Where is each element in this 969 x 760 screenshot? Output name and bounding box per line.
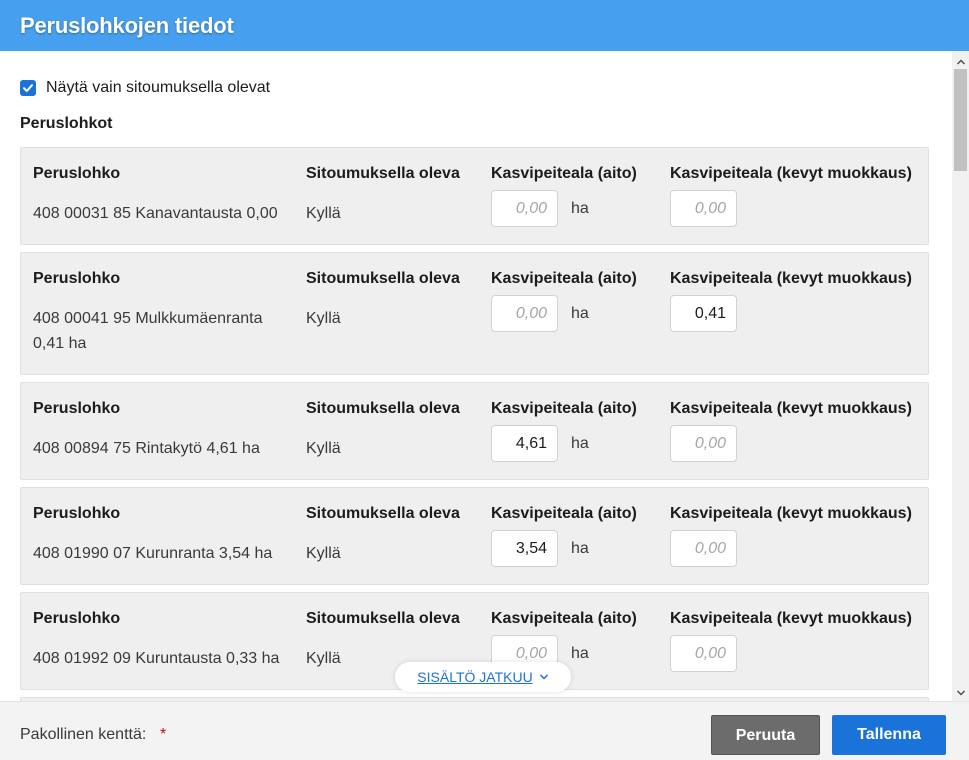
scroll-up-button[interactable] xyxy=(952,53,969,70)
col-head-parcel: Peruslohko xyxy=(33,165,121,182)
parcel-row: Peruslohko Sitoumuksella oleva Kasvipeit… xyxy=(20,147,929,245)
col-head-area-kevyt: Kasvipeiteala (kevyt muokkaus) xyxy=(670,400,912,417)
area-kevyt-input[interactable] xyxy=(670,295,737,332)
col-head-area-kevyt: Kasvipeiteala (kevyt muokkaus) xyxy=(670,610,912,627)
parcel-name: 408 00894 75 Rintakytö 4,61 ha xyxy=(33,440,260,457)
chevron-down-icon xyxy=(956,689,965,696)
content-continues-label[interactable]: SISÄLTÖ JATKUU xyxy=(417,669,532,685)
col-head-area-aito: Kasvipeiteala (aito) xyxy=(491,270,637,287)
col-head-area-aito: Kasvipeiteala (aito) xyxy=(491,400,637,417)
required-marker: * xyxy=(160,726,167,743)
area-aito-input[interactable] xyxy=(491,425,558,462)
col-head-parcel: Peruslohko xyxy=(33,505,121,522)
filter-checkbox-label[interactable]: Näytä vain sitoumuksella olevat xyxy=(46,79,270,97)
checkmark-icon xyxy=(23,84,33,92)
col-head-commitment: Sitoumuksella oleva xyxy=(306,270,460,287)
area-aito-input[interactable] xyxy=(491,295,558,332)
chevron-up-icon xyxy=(956,58,965,65)
col-head-parcel: Peruslohko xyxy=(33,270,121,287)
area-aito-input[interactable] xyxy=(491,530,558,567)
cancel-button[interactable]: Peruuta xyxy=(711,715,820,755)
col-head-commitment: Sitoumuksella oleva xyxy=(306,610,460,627)
col-head-commitment: Sitoumuksella oleva xyxy=(306,505,460,522)
parcel-name: 408 00041 95 Mulkkumäenranta 0,41 ha xyxy=(33,310,263,352)
content-continues-indicator[interactable]: SISÄLTÖ JATKUU xyxy=(395,662,571,692)
filter-checkbox[interactable] xyxy=(20,80,36,96)
filter-checkbox-row[interactable]: Näytä vain sitoumuksella olevat xyxy=(20,79,270,97)
commitment-value: Kyllä xyxy=(306,440,341,457)
commitment-value: Kyllä xyxy=(306,205,341,222)
area-aito-input[interactable] xyxy=(491,190,558,227)
commitment-value: Kyllä xyxy=(306,650,341,667)
col-head-area-aito: Kasvipeiteala (aito) xyxy=(491,505,637,522)
col-head-area-aito: Kasvipeiteala (aito) xyxy=(491,165,637,182)
scroll-thumb[interactable] xyxy=(954,69,967,171)
area-kevyt-input[interactable] xyxy=(670,190,737,227)
parcel-name: 408 01992 09 Kuruntausta 0,33 ha xyxy=(33,650,280,667)
parcel-row: Peruslohko Sitoumuksella oleva Kasvipeit… xyxy=(20,252,929,375)
unit-label: ha xyxy=(571,200,589,217)
area-kevyt-input[interactable] xyxy=(670,425,737,462)
unit-label: ha xyxy=(571,305,589,322)
col-head-area-kevyt: Kasvipeiteala (kevyt muokkaus) xyxy=(670,165,912,182)
col-head-parcel: Peruslohko xyxy=(33,400,121,417)
commitment-value: Kyllä xyxy=(306,545,341,562)
scroll-down-button[interactable] xyxy=(952,684,969,701)
col-head-area-aito: Kasvipeiteala (aito) xyxy=(491,610,637,627)
parcel-name: 408 01990 07 Kurunranta 3,54 ha xyxy=(33,545,273,562)
dialog-content: Näytä vain sitoumuksella olevat Perusloh… xyxy=(0,51,952,701)
area-kevyt-input[interactable] xyxy=(670,635,737,672)
unit-label: ha xyxy=(571,435,589,452)
commitment-value: Kyllä xyxy=(306,310,341,327)
area-kevyt-input[interactable] xyxy=(670,530,737,567)
col-head-area-kevyt: Kasvipeiteala (kevyt muokkaus) xyxy=(670,270,912,287)
parcel-row: Peruslohko Sitoumuksella oleva Kasvipeit… xyxy=(20,487,929,585)
parcel-name: 408 00031 85 Kanavantausta 0,00 xyxy=(33,205,278,222)
col-head-parcel: Peruslohko xyxy=(33,610,121,627)
col-head-area-kevyt: Kasvipeiteala (kevyt muokkaus) xyxy=(670,505,912,522)
save-button[interactable]: Tallenna xyxy=(832,715,946,755)
dialog-footer: Pakollinen kenttä: * Peruuta Tallenna xyxy=(0,701,969,760)
col-head-commitment: Sitoumuksella oleva xyxy=(306,400,460,417)
vertical-scrollbar[interactable] xyxy=(952,51,969,701)
unit-label: ha xyxy=(571,645,589,662)
dialog-title: Peruslohkojen tiedot xyxy=(20,13,234,38)
parcel-row: Peruslohko Sitoumuksella oleva Kasvipeit… xyxy=(20,382,929,480)
unit-label: ha xyxy=(571,540,589,557)
section-title: Peruslohkot xyxy=(20,115,113,132)
required-field-label: Pakollinen kenttä: xyxy=(20,726,147,743)
chevron-down-icon xyxy=(539,668,549,686)
col-head-commitment: Sitoumuksella oleva xyxy=(306,165,460,182)
dialog-header: Peruslohkojen tiedot xyxy=(0,0,969,51)
